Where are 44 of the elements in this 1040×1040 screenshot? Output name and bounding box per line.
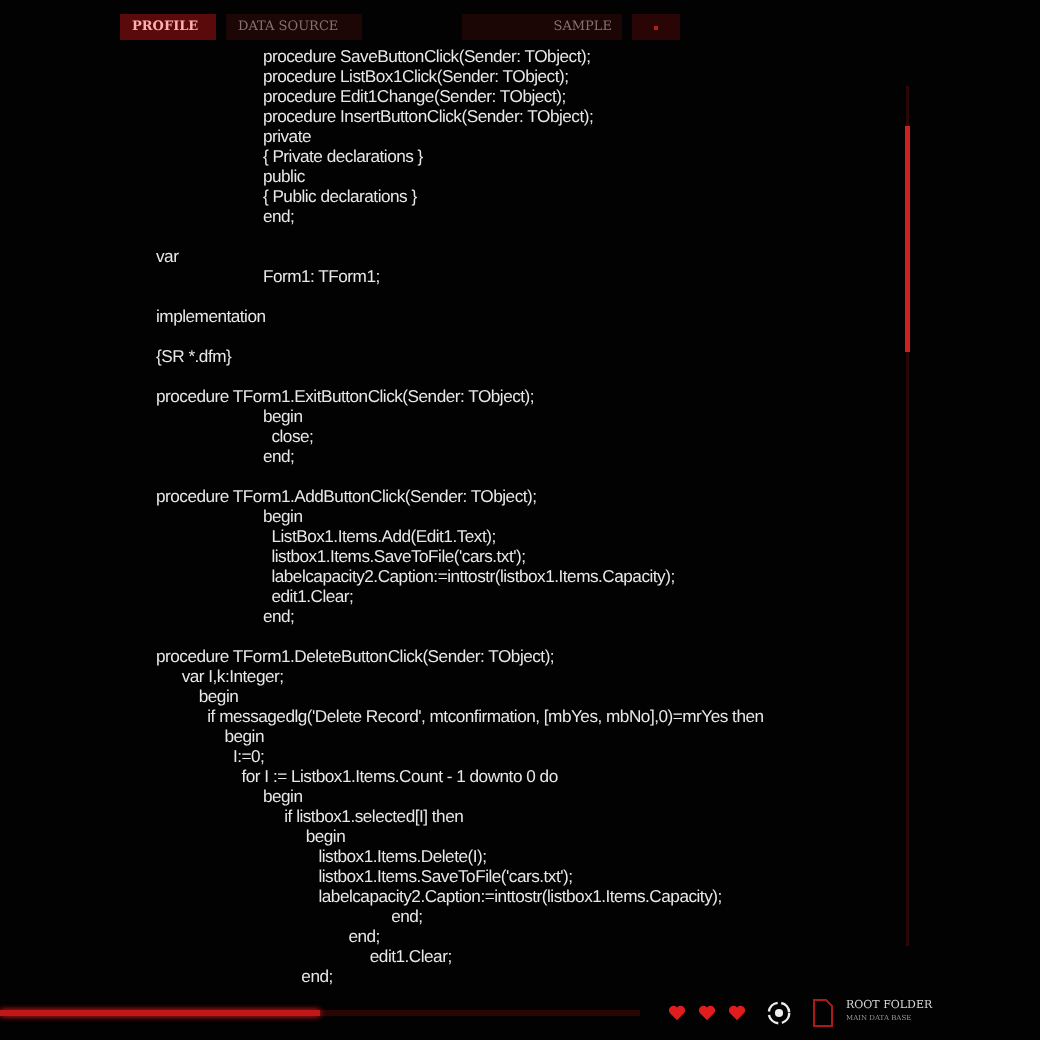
code-line: if listbox1.selected[I] then [282, 806, 466, 826]
code-line: for I := Listbox1.Items.Count - 1 downto 0 do [239, 766, 560, 786]
code-line: begin [222, 726, 266, 746]
code-line: { Private declarations } [260, 146, 425, 166]
code-line: end; [260, 446, 297, 466]
code-line: close; [269, 426, 316, 446]
code-line: labelcapacity2.Caption:=inttostr(listbox1.Items.Capacity); [269, 566, 677, 586]
code-line: begin [196, 686, 241, 706]
code-line: public [260, 166, 307, 186]
code-line: begin [260, 506, 305, 526]
code-line: var [156, 246, 181, 266]
scrollbar[interactable] [902, 86, 914, 946]
code-line: {SR *.dfm} [156, 346, 234, 366]
code-line: procedure TForm1.AddButtonClick(Sender: TObject); [156, 486, 539, 506]
code-line: end; [389, 906, 425, 926]
document-icon[interactable] [812, 997, 834, 1027]
code-line: procedure InsertButtonClick(Sender: TObject); [260, 106, 596, 126]
code-line: if messagedlg('Delete Record', mtconfirmation, [mbYes, mbNo],0)=mrYes then [205, 706, 766, 726]
code-line: ListBox1.Items.Add(Edit1.Text); [269, 526, 498, 546]
code-line: implementation [156, 306, 268, 326]
code-line: procedure TForm1.DeleteButtonClick(Sender: TObject); [156, 646, 557, 666]
code-line: edit1.Clear; [367, 946, 454, 966]
code-line: procedure TForm1.ExitButtonClick(Sender: TObject); [156, 386, 537, 406]
code-line: begin [260, 406, 305, 426]
code-line: listbox1.Items.Delete(I); [316, 846, 489, 866]
code-line: labelcapacity2.Caption:=inttostr(listbox1.Items.Capacity); [316, 886, 724, 906]
code-line: I:=0; [230, 746, 267, 766]
code-line: procedure ListBox1Click(Sender: TObject); [260, 66, 571, 86]
code-line: listbox1.Items.SaveToFile('cars.txt'); [269, 546, 528, 566]
code-line: begin [260, 786, 305, 806]
code-line: private [260, 126, 313, 146]
target-icon[interactable] [766, 999, 792, 1025]
code-line: end; [260, 206, 297, 226]
code-line: edit1.Clear; [269, 586, 356, 606]
code-line: end; [346, 926, 382, 946]
code-line: procedure SaveButtonClick(Sender: TObject); [260, 46, 593, 66]
code-line: var I,k:Integer; [179, 666, 286, 686]
code-line: { Public declarations } [260, 186, 419, 206]
code-line: end; [260, 606, 297, 626]
code-line: listbox1.Items.SaveToFile('cars.txt'); [316, 866, 575, 886]
code-line: begin [303, 826, 348, 846]
code-line: procedure Edit1Change(Sender: TObject); [260, 86, 568, 106]
code-line: end; [299, 966, 335, 986]
code-line: Form1: TForm1; [260, 266, 382, 286]
